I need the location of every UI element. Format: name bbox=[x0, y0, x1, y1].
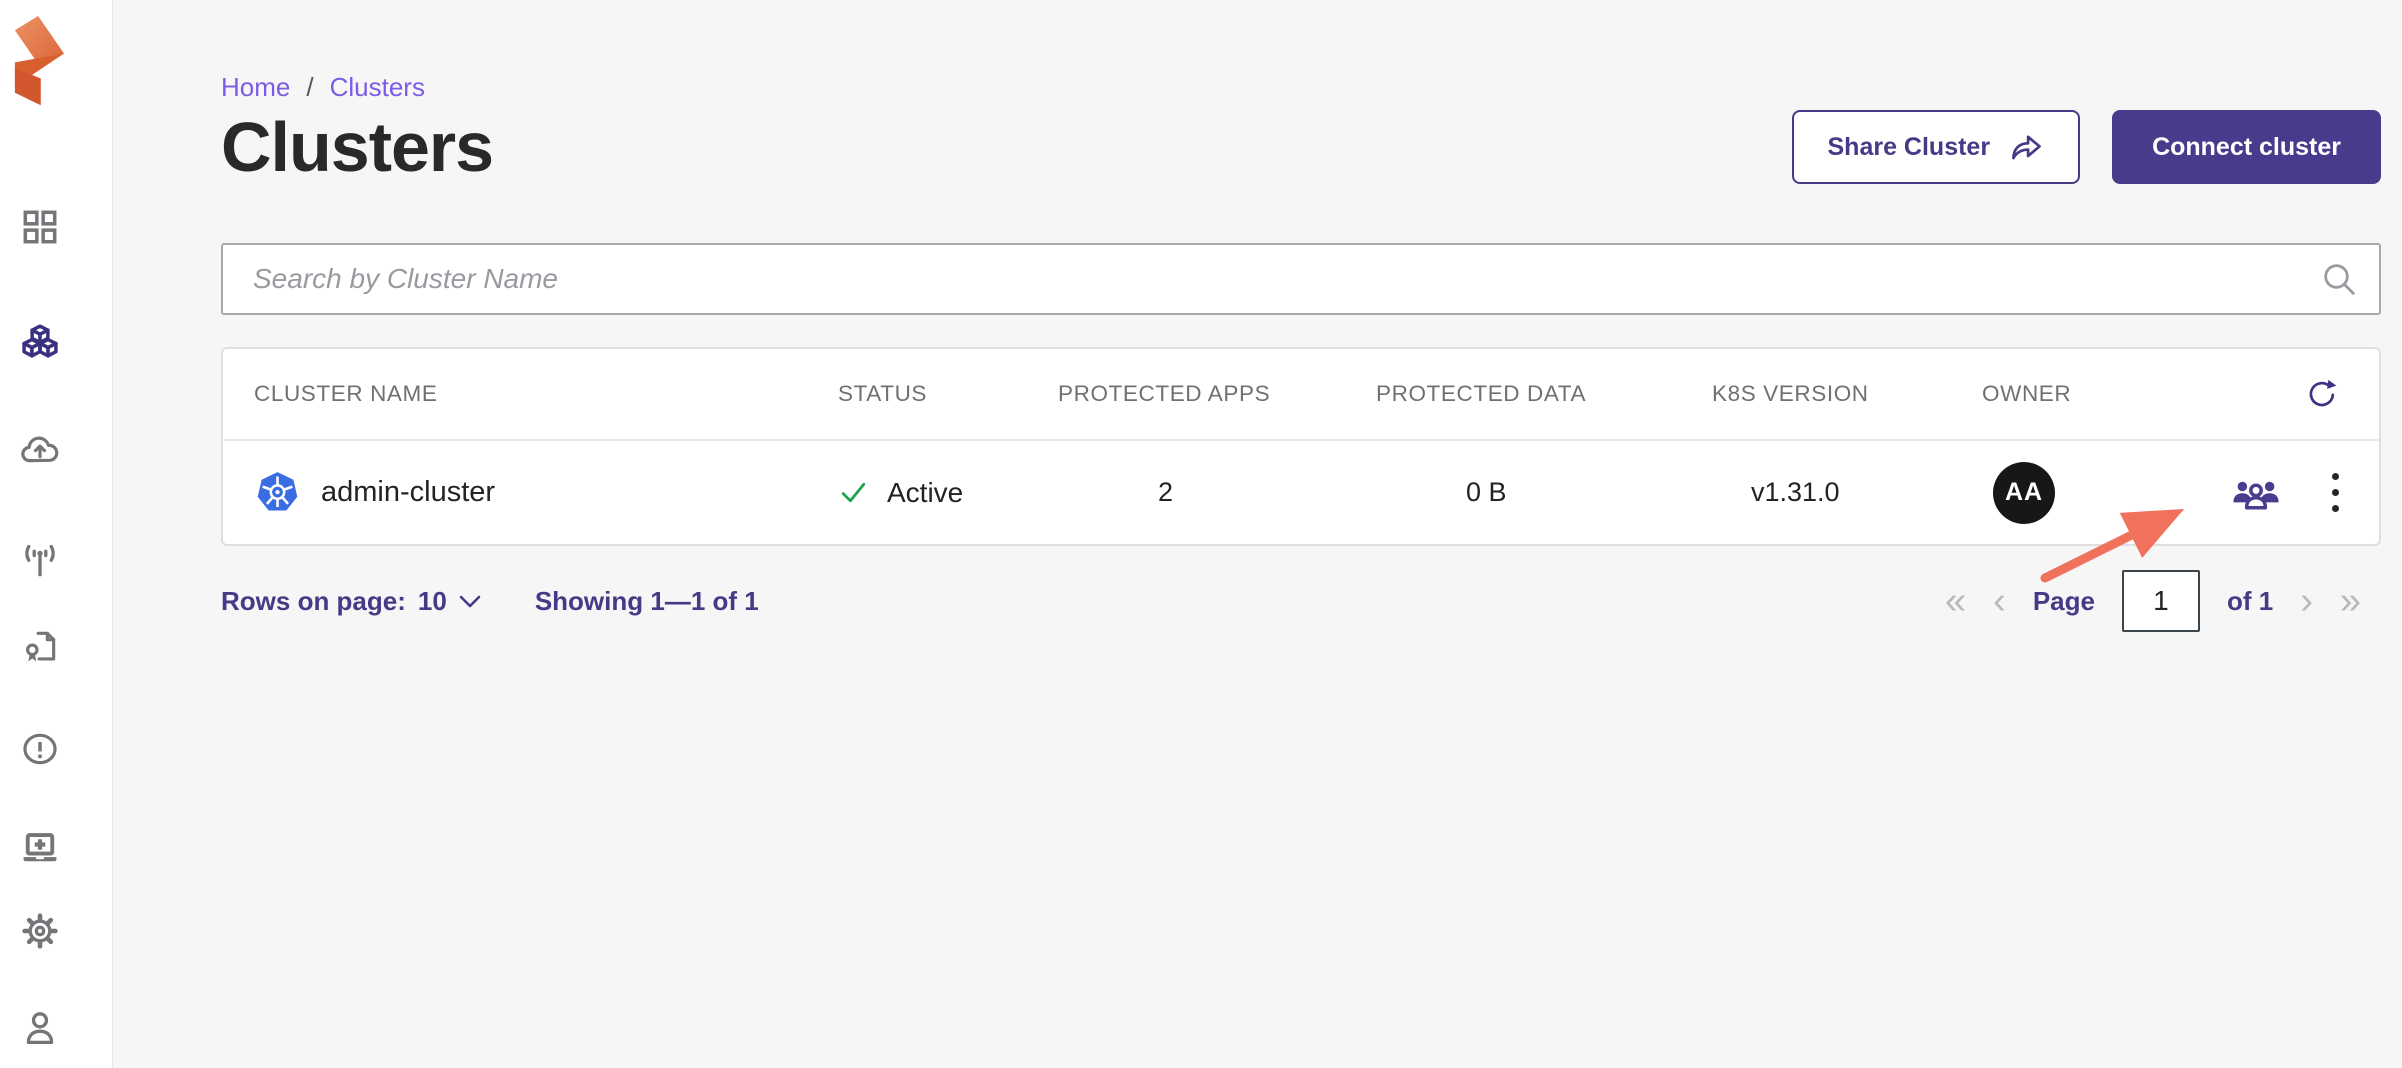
chevron-down-icon bbox=[459, 595, 481, 607]
share-arrow-icon bbox=[2012, 135, 2041, 160]
rows-per-page-value: 10 bbox=[417, 585, 447, 616]
gear-icon bbox=[22, 913, 58, 949]
sidebar-item-clusters[interactable] bbox=[17, 320, 63, 366]
breadcrumb-clusters-link[interactable]: Clusters bbox=[330, 72, 425, 103]
last-page-button[interactable]: » bbox=[2340, 582, 2361, 620]
table-header-row: CLUSTER NAME STATUS PROTECTED APPS PROTE… bbox=[223, 349, 2379, 441]
breadcrumb-separator: / bbox=[306, 72, 314, 102]
protected-data-value: 0 B bbox=[1466, 477, 1507, 507]
sidebar-item-profile[interactable] bbox=[17, 1005, 63, 1051]
cubes-icon bbox=[22, 324, 58, 358]
page-of-label: of 1 bbox=[2226, 585, 2274, 616]
app-window: Home / Clusters Clusters Share Cluster C… bbox=[0, 0, 2402, 1068]
column-header-protected-data: PROTECTED DATA bbox=[1376, 381, 1587, 406]
alert-circle-icon bbox=[23, 733, 57, 765]
sidebar-item-cloud-backup[interactable] bbox=[17, 428, 63, 474]
sidebar-item-settings[interactable] bbox=[17, 908, 63, 954]
next-page-button[interactable]: › bbox=[2300, 582, 2313, 620]
sidebar-item-dashboard[interactable] bbox=[17, 204, 63, 250]
search-bar bbox=[221, 243, 2381, 315]
column-header-k8s-version: K8S VERSION bbox=[1712, 381, 1869, 406]
cluster-name: admin-cluster bbox=[321, 476, 496, 508]
prev-page-button[interactable]: ‹ bbox=[1993, 582, 2006, 620]
clusters-table: CLUSTER NAME STATUS PROTECTED APPS PROTE… bbox=[221, 347, 2381, 546]
cloud-upload-icon bbox=[21, 436, 59, 463]
column-header-owner: OWNER bbox=[1982, 381, 2072, 406]
sidebar-item-licenses[interactable] bbox=[17, 624, 63, 670]
portworx-logo-icon[interactable] bbox=[14, 16, 64, 106]
kubernetes-icon bbox=[257, 472, 298, 511]
kebab-menu-icon[interactable] bbox=[2328, 467, 2342, 519]
search-icon bbox=[2324, 264, 2355, 295]
column-header-protected-apps: PROTECTED APPS bbox=[1058, 381, 1271, 406]
share-cluster-label: Share Cluster bbox=[1827, 132, 1991, 161]
status-text: Active bbox=[887, 476, 964, 508]
table-row[interactable]: admin-cluster Active 2 0 B v1.31.0 AA bbox=[223, 441, 2379, 544]
column-header-cluster-name: CLUSTER NAME bbox=[254, 381, 438, 406]
pagination-bar: Rows on page: 10 Showing 1—1 of 1 « ‹ Pa… bbox=[221, 570, 2381, 632]
user-icon bbox=[26, 1012, 54, 1045]
first-page-button[interactable]: « bbox=[1945, 582, 1966, 620]
showing-range-text: Showing 1—1 of 1 bbox=[534, 585, 759, 616]
sidebar-item-broadcast[interactable] bbox=[17, 536, 63, 582]
protected-apps-value: 2 bbox=[1158, 477, 1174, 507]
column-header-status: STATUS bbox=[838, 381, 928, 406]
breadcrumb-home-link[interactable]: Home bbox=[221, 72, 290, 103]
sidebar bbox=[0, 0, 113, 1068]
laptop-plus-icon bbox=[23, 833, 57, 862]
grid-icon bbox=[23, 210, 57, 244]
rows-per-page-select[interactable]: Rows on page: 10 bbox=[221, 586, 481, 617]
breadcrumb: Home / Clusters bbox=[221, 72, 2381, 103]
page-label: Page bbox=[2032, 585, 2095, 616]
owner-avatar: AA bbox=[1993, 461, 2055, 524]
check-icon bbox=[841, 482, 866, 503]
sidebar-item-install[interactable] bbox=[17, 825, 63, 871]
k8s-version-value: v1.31.0 bbox=[1751, 477, 1840, 507]
group-users-icon[interactable] bbox=[2230, 467, 2282, 519]
page-title: Clusters bbox=[221, 108, 494, 186]
share-cluster-button[interactable]: Share Cluster bbox=[1791, 110, 2081, 184]
connect-cluster-label: Connect cluster bbox=[2152, 132, 2341, 161]
search-input[interactable] bbox=[221, 243, 2381, 315]
rows-per-page-label: Rows on page: bbox=[221, 585, 406, 616]
connect-cluster-button[interactable]: Connect cluster bbox=[2112, 110, 2381, 184]
antenna-icon bbox=[25, 544, 55, 577]
header-actions: Share Cluster Connect cluster bbox=[1791, 110, 2381, 184]
page-number-input[interactable] bbox=[2121, 570, 2200, 632]
refresh-icon[interactable] bbox=[2304, 376, 2340, 412]
sidebar-item-alerts[interactable] bbox=[17, 726, 63, 772]
main-content: Home / Clusters Clusters Share Cluster C… bbox=[113, 0, 2402, 1068]
certificate-file-icon bbox=[25, 631, 56, 662]
